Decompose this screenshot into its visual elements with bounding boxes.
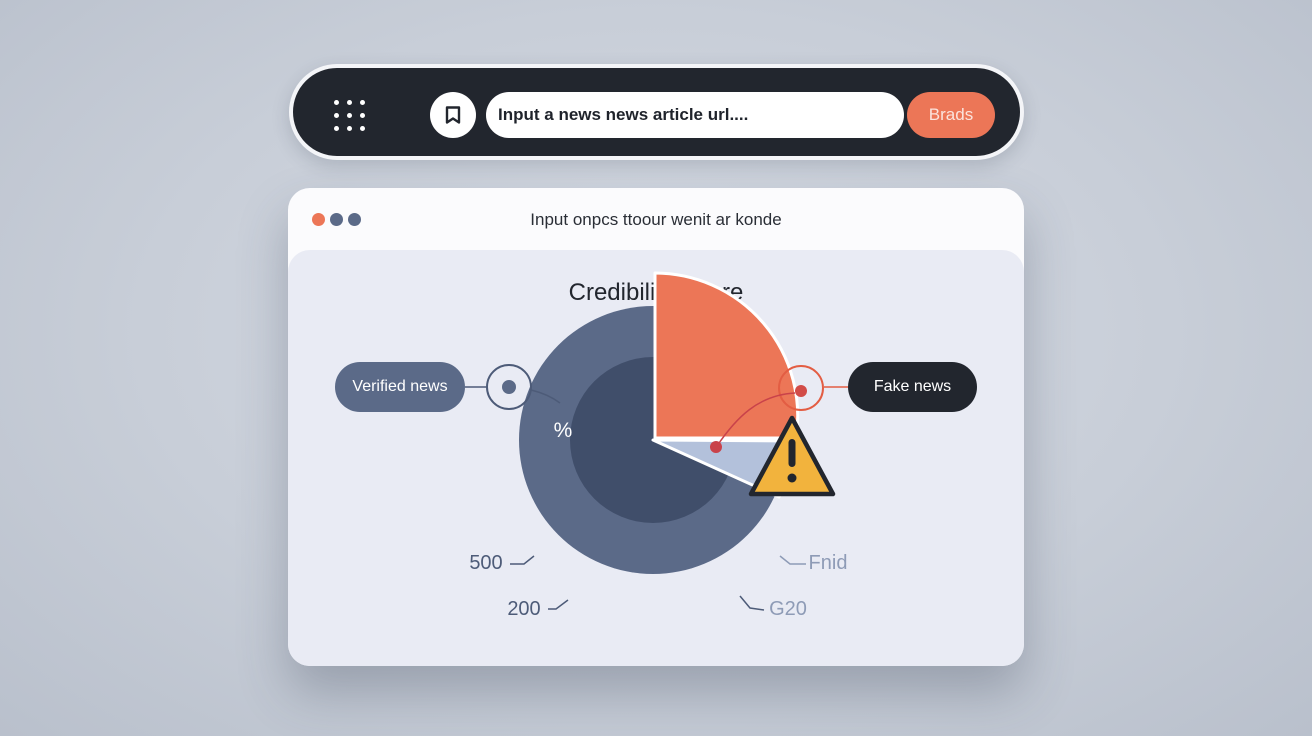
window-title: Input onpcs ttoour wenit ar konde	[530, 210, 782, 229]
label-200-leader	[548, 599, 569, 610]
chart-label-200: 200	[507, 598, 540, 620]
bookmark-icon	[445, 106, 461, 124]
credibility-pie-chart: % 500 200 Fnid G20	[465, 271, 848, 620]
verified-marker-dot	[502, 380, 516, 394]
fake-slice	[653, 271, 800, 440]
fake-news-pill[interactable]: Fake news	[848, 362, 977, 412]
article-url-input[interactable]	[486, 92, 904, 138]
credibility-card: Input onpcs ttoour wenit ar konde Credib…	[288, 188, 1024, 666]
fake-marker-dot	[795, 385, 807, 397]
search-bar: Brads	[289, 64, 1024, 160]
chart-label-fnid: Fnid	[809, 552, 848, 574]
percent-label: %	[554, 419, 573, 442]
chart-label-g20: G20	[769, 598, 807, 620]
label-fnid-leader	[779, 555, 806, 565]
verified-news-pill[interactable]: Verified news	[335, 362, 465, 412]
label-g20-leader	[739, 595, 765, 611]
submit-button[interactable]: Brads	[907, 92, 995, 138]
fake-anchor-dot	[710, 441, 722, 453]
chart-label-500: 500	[469, 552, 502, 574]
app-grid-icon[interactable]	[333, 99, 367, 133]
label-500-leader	[510, 555, 535, 565]
chart-panel: Credibility Score	[288, 250, 1024, 666]
bookmark-button[interactable]	[430, 92, 476, 138]
